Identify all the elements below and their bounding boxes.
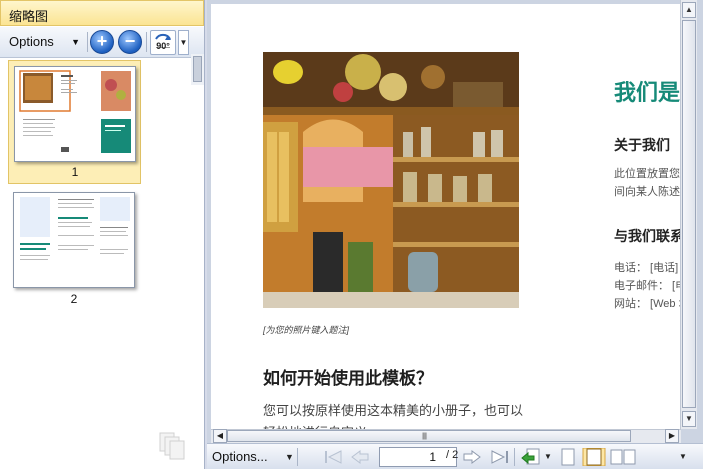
about-line-1: 此位置放置您的 (614, 168, 686, 180)
pages-stack-icon (159, 432, 185, 460)
rotate-label: 90° (156, 41, 170, 51)
thumbnail-page-2-label: 2 (70, 292, 78, 306)
scrollbar-thumb[interactable] (193, 56, 202, 82)
thumbnail-page-1-selected[interactable]: 1 (8, 60, 141, 184)
howto-heading: 如何开始使用此模板？ (263, 369, 433, 388)
thumbnail-page-2-preview[interactable] (13, 192, 135, 288)
thumbnail-options-dropdown[interactable]: Options ▼ (5, 31, 85, 53)
chevron-down-icon[interactable]: ▼ (679, 452, 687, 461)
thumbnail-panel-title: 缩略图 (9, 9, 49, 24)
scroll-left-button[interactable]: ◀ (213, 429, 227, 443)
thumbnail-page-1-label: 1 (71, 165, 79, 179)
navigation-options-label: Options... (212, 449, 268, 464)
single-page-view-icon[interactable] (558, 448, 578, 466)
document-horizontal-scrollbar[interactable]: ◀ ||||| ▶ (211, 429, 681, 443)
chevron-down-icon: ▼ (71, 37, 80, 47)
toolbar-divider (87, 32, 88, 52)
document-vertical-scrollbar[interactable]: ▲ ▼ (680, 0, 697, 429)
toolbar-divider (514, 448, 515, 466)
about-line-2: 间向某人陈述您 (614, 186, 686, 198)
page-2-miniature (20, 197, 130, 260)
continuous-page-view-icon[interactable] (581, 448, 607, 466)
next-page-icon[interactable] (461, 449, 483, 465)
scroll-right-button[interactable]: ▶ (665, 429, 679, 443)
document-page: [为您的照片键入题注] 如何开始使用此模板？ 您可以按原样使用这本精美的小册子，… (211, 4, 686, 429)
document-view[interactable]: [为您的照片键入题注] 如何开始使用此模板？ 您可以按原样使用这本精美的小册子，… (207, 0, 703, 469)
howto-body: 您可以按原样使用这本精美的小册子，也可以轻松地进行自定义 (263, 403, 524, 429)
about-heading: 关于我们 (614, 137, 670, 153)
page-1-miniature (19, 70, 131, 153)
total-pages-label: / 2 (446, 449, 459, 461)
chevron-down-icon: ▼ (179, 38, 188, 47)
zoom-out-button[interactable]: − (118, 30, 142, 54)
first-page-icon[interactable] (323, 449, 345, 465)
page-navigation-toolbar: Options... ▼ 1 / 2 ▼ ▼ (207, 443, 703, 469)
chevron-down-icon[interactable]: ▼ (544, 452, 552, 461)
contact-heading: 与我们联系 (614, 228, 684, 244)
minus-icon: − (124, 31, 136, 51)
toolbar-divider (146, 32, 147, 52)
flower-shop-photo (263, 52, 519, 308)
thumbnail-toolbar: Options ▼ + − 90° ▼ (0, 27, 204, 85)
about-body: 此位置放置您的 间向某人陈述您 (614, 165, 686, 201)
navigation-options-dropdown[interactable]: Options... (212, 446, 268, 468)
previous-page-icon[interactable] (349, 449, 371, 465)
contact-phone: 电话： [电话] (614, 262, 679, 274)
contact-website: 网站： [Web 地 (614, 298, 686, 310)
vertical-scrollbar-thumb[interactable] (682, 20, 696, 408)
contact-email: 电子邮件： [电 (614, 280, 686, 292)
thumbnail-scrollbar[interactable] (191, 54, 204, 85)
thumbnail-panel: 缩略图 Options ▼ + − 90° ▼ 1 2 (0, 0, 205, 469)
zoom-in-button[interactable]: + (90, 30, 114, 54)
scroll-up-button[interactable]: ▲ (682, 2, 696, 18)
thumbnail-panel-title-bar: 缩略图 (0, 0, 204, 26)
two-page-view-icon[interactable] (609, 448, 637, 466)
plus-icon: + (96, 31, 108, 51)
rotate-button[interactable]: 90° (150, 30, 176, 55)
thumbnail-page-1-preview[interactable] (14, 66, 136, 162)
last-page-icon[interactable] (488, 449, 510, 465)
go-back-icon[interactable] (520, 448, 542, 466)
toolbar-divider (297, 448, 298, 466)
scroll-down-button[interactable]: ▼ (682, 411, 696, 427)
grip-icon: ||||| (422, 433, 427, 440)
current-page-value: 1 (429, 450, 436, 464)
photo-caption: [为您的照片键入题注] (263, 325, 350, 335)
thumbnail-options-label: Options (9, 34, 54, 49)
rotate-dropdown-button[interactable]: ▼ (178, 30, 189, 55)
horizontal-scrollbar-thumb[interactable]: ||||| (227, 430, 631, 442)
chevron-down-icon[interactable]: ▼ (285, 452, 294, 462)
brochure-title: 我们是 (614, 80, 681, 105)
